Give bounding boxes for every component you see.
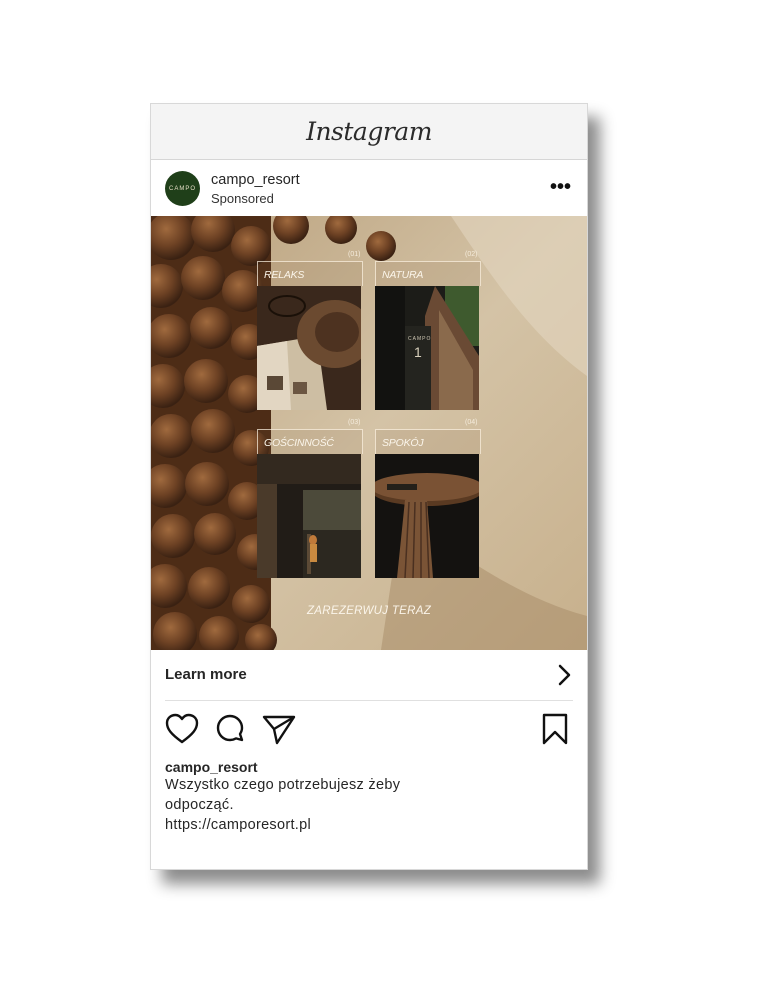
tile-photo-goscinnosc	[257, 454, 361, 578]
avatar-logo-text: CAMPO	[168, 185, 196, 192]
tile-label-box-2: NATURA	[375, 261, 481, 286]
chevron-right-icon[interactable]	[557, 664, 571, 686]
table-illustration	[375, 454, 479, 578]
more-options-icon[interactable]: •••	[550, 176, 571, 199]
tile-photo-natura: CAMPO 1	[375, 286, 479, 410]
tile-label-box-3: GOŚCINNOŚĆ	[257, 429, 363, 454]
ad-image[interactable]: (01) RELAKS (02) NATURA CAMPO 1 (03) GOŚ…	[151, 216, 587, 650]
tile-number-4: (04)	[465, 419, 478, 426]
tile-photo-relaks	[257, 286, 361, 410]
post-username[interactable]: campo_resort	[211, 172, 300, 188]
post-caption: campo_resort Wszystko czego potrzebujesz…	[165, 759, 400, 835]
caption-username[interactable]: campo_resort	[165, 759, 400, 775]
avatar[interactable]: CAMPO	[165, 171, 200, 206]
tile-label-box-4: SPOKÓJ	[375, 429, 481, 454]
tile-label-relaks: RELAKS	[264, 269, 305, 281]
caption-line-2: odpocząć.	[165, 797, 234, 813]
tile-number-1: (01)	[348, 251, 361, 258]
tile-label-spokoj: SPOKÓJ	[382, 437, 424, 449]
sponsored-label: Sponsored	[211, 191, 274, 206]
post-header: CAMPO campo_resort Sponsored •••	[151, 160, 587, 216]
instagram-logo: Instagram	[306, 117, 432, 146]
instagram-post-frame: Instagram CAMPO campo_resort Sponsored •…	[150, 103, 588, 870]
bookmark-icon[interactable]	[542, 713, 568, 745]
learn-more-label[interactable]: Learn more	[165, 666, 247, 683]
terrace-illustration	[257, 454, 361, 578]
send-icon[interactable]	[262, 713, 296, 745]
caption-link[interactable]: https://camporesort.pl	[165, 815, 400, 835]
tile-label-box-1: RELAKS	[257, 261, 363, 286]
tile-number-2: (02)	[465, 251, 478, 258]
door-sign-text: CAMPO	[408, 336, 432, 342]
cabin-illustration	[375, 286, 479, 410]
learn-more-row[interactable]: Learn more	[165, 650, 573, 701]
book-now-cta[interactable]: ZAREZERWUJ TERAZ	[151, 605, 587, 617]
tile-photo-spokoj	[375, 454, 479, 578]
book-and-hat-illustration	[257, 286, 361, 410]
tile-label-natura: NATURA	[382, 269, 424, 281]
tile-label-goscinnosc: GOŚCINNOŚĆ	[264, 437, 334, 449]
heart-icon[interactable]	[165, 713, 199, 745]
tile-number-3: (03)	[348, 419, 361, 426]
caption-line-1: Wszystko czego potrzebujesz żeby	[165, 777, 401, 793]
app-header: Instagram	[151, 104, 587, 160]
post-actions	[151, 701, 587, 761]
comment-icon[interactable]	[214, 713, 246, 745]
door-number: 1	[414, 344, 422, 360]
background-texture	[151, 216, 587, 650]
